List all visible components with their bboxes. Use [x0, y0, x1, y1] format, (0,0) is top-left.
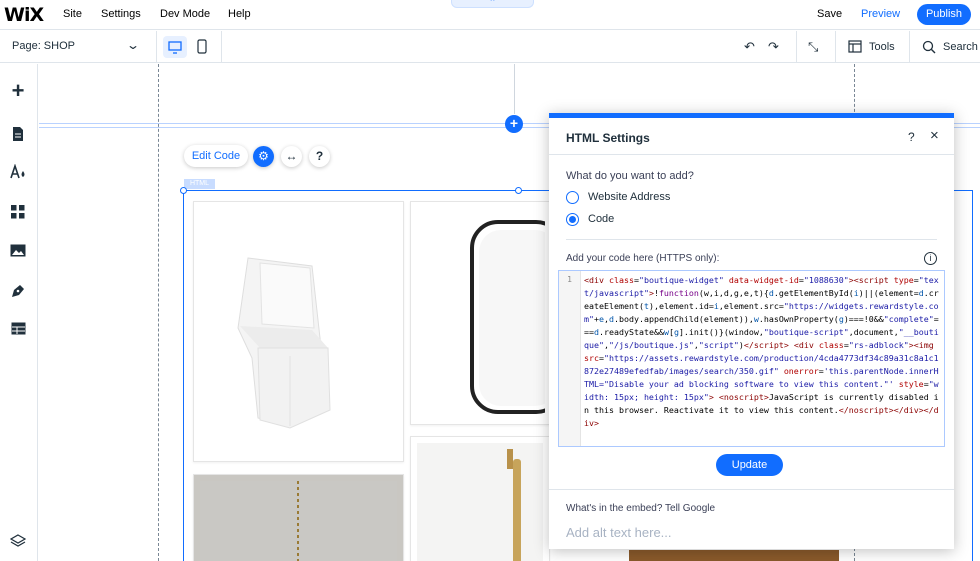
blog-icon[interactable] — [9, 283, 27, 301]
chevron-up-icon: ⌃ — [488, 0, 497, 7]
chair-image — [200, 208, 397, 455]
divider — [796, 31, 797, 63]
desktop-icon — [168, 41, 182, 54]
design-icon[interactable] — [9, 163, 27, 182]
menu-dev-mode[interactable]: Dev Mode — [160, 8, 210, 20]
layers-icon[interactable] — [9, 534, 27, 552]
gear-icon: ⚙ — [258, 149, 269, 163]
mobile-icon — [197, 39, 207, 54]
add-icon[interactable]: + — [9, 80, 27, 102]
divider — [549, 489, 954, 490]
product-card[interactable] — [193, 474, 404, 561]
handle-image — [417, 443, 543, 561]
pages-icon[interactable] — [9, 126, 27, 144]
stretch-icon: ↔ — [285, 149, 298, 163]
alt-text-input[interactable]: Add alt text here... — [566, 525, 672, 540]
divider — [549, 154, 954, 155]
desktop-view-button[interactable] — [163, 36, 187, 58]
resize-handle[interactable] — [180, 187, 187, 194]
divider — [909, 31, 910, 63]
divider — [221, 31, 222, 63]
product-card[interactable] — [410, 201, 564, 425]
update-button[interactable]: Update — [716, 454, 783, 476]
left-sidebar: + — [0, 64, 38, 561]
html-settings-panel: HTML Settings ? × What do you want to ad… — [549, 113, 954, 549]
wall-image — [200, 481, 397, 561]
search-icon[interactable] — [922, 40, 936, 59]
furniture-image — [629, 550, 839, 561]
help-icon: ? — [315, 149, 324, 163]
undo-icon[interactable]: ↶ — [744, 39, 755, 55]
alt-text-question: What's in the embed? Tell Google — [566, 503, 716, 514]
code-content[interactable]: <div class="boutique-widget" data-widget… — [584, 274, 942, 430]
radio-code[interactable] — [566, 213, 579, 226]
radio-label-website-address[interactable]: Website Address — [588, 191, 670, 203]
settings-gear-button[interactable]: ⚙ — [253, 146, 274, 167]
chevron-down-icon[interactable]: ⌄ — [126, 38, 140, 52]
save-button[interactable]: Save — [817, 8, 842, 20]
menu-settings[interactable]: Settings — [101, 8, 141, 20]
radio-label-code[interactable]: Code — [588, 213, 614, 225]
publish-button[interactable]: Publish — [917, 4, 971, 25]
page-guide-left — [158, 64, 159, 561]
collapse-toolbar-tab[interactable]: ⌃ — [451, 0, 534, 8]
edit-code-button[interactable]: Edit Code — [184, 145, 248, 167]
menu-site[interactable]: Site — [63, 8, 82, 20]
search-button[interactable]: Search — [943, 41, 978, 53]
stretch-button[interactable]: ↔ — [281, 146, 302, 167]
redo-icon[interactable]: ↷ — [768, 39, 779, 55]
code-editor[interactable]: 1 <div class="boutique-widget" data-widg… — [558, 270, 945, 447]
product-card[interactable] — [193, 201, 404, 462]
divider — [156, 31, 157, 63]
divider — [835, 31, 836, 63]
editor-toolbar: Page: SHOP ⌄ ↶ ↷ ⤡ Tools Search — [0, 31, 980, 63]
divider — [566, 239, 937, 240]
content-type-question: What do you want to add? — [566, 170, 694, 182]
help-button[interactable]: ? — [309, 146, 330, 167]
menu-help[interactable]: Help — [228, 8, 251, 20]
section-divider — [514, 64, 515, 114]
element-tag: HTML — [184, 179, 215, 189]
help-icon[interactable]: ? — [908, 130, 915, 144]
product-card[interactable] — [410, 436, 550, 561]
line-numbers: 1 — [559, 271, 581, 446]
code-input-label: Add your code here (HTTPS only): — [566, 253, 720, 264]
preview-button[interactable]: Preview — [861, 8, 900, 20]
table-icon[interactable] — [9, 322, 27, 340]
close-icon[interactable]: × — [930, 127, 939, 144]
add-section-button[interactable]: + — [505, 115, 523, 133]
info-icon[interactable]: i — [924, 252, 937, 265]
wix-logo[interactable]: WiX — [4, 4, 44, 26]
mobile-view-button[interactable] — [196, 39, 208, 60]
media-icon[interactable] — [9, 244, 27, 262]
top-bar: WiX Site Settings Dev Mode Help ⌃ Save P… — [0, 0, 980, 30]
panel-title: HTML Settings — [566, 131, 650, 145]
apps-icon[interactable] — [9, 205, 27, 223]
page-selector[interactable]: Page: SHOP — [12, 40, 75, 52]
tools-button[interactable]: Tools — [869, 41, 895, 53]
mirror-image — [417, 208, 564, 418]
tools-icon[interactable] — [848, 40, 862, 58]
resize-handle[interactable] — [515, 187, 522, 194]
radio-website-address[interactable] — [566, 191, 579, 204]
zoom-out-icon[interactable]: ⤡ — [808, 39, 818, 55]
